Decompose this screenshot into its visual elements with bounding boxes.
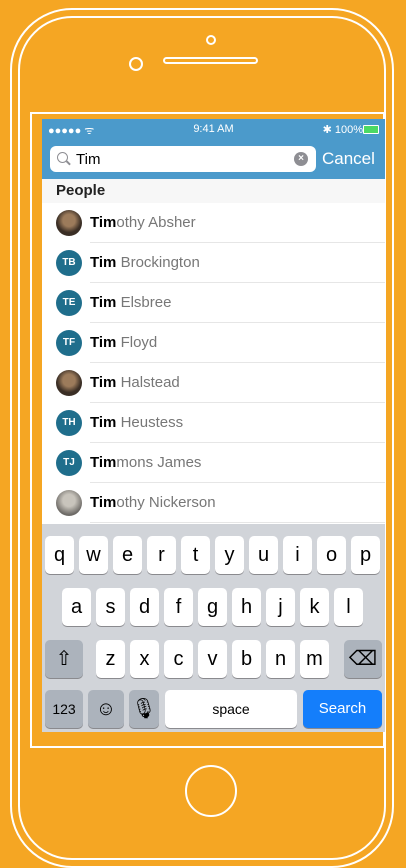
- person-name: Tim Halstead: [90, 374, 180, 391]
- home-button[interactable]: [185, 765, 237, 817]
- list-item[interactable]: TH Tim Heustess: [42, 403, 385, 443]
- status-bar: ●●●●● ᯤ 9:41 AM ✱ 100%: [42, 119, 385, 139]
- numbers-key[interactable]: 123: [45, 690, 83, 728]
- key-a[interactable]: a: [62, 588, 91, 626]
- battery-icon: [363, 125, 379, 134]
- key-y[interactable]: y: [215, 536, 244, 574]
- key-c[interactable]: c: [164, 640, 193, 678]
- person-name: Tim Floyd: [90, 334, 158, 351]
- key-e[interactable]: e: [113, 536, 142, 574]
- avatar: TE: [56, 290, 82, 316]
- person-name: Timothy Nickerson: [90, 494, 216, 511]
- avatar: TH: [56, 410, 82, 436]
- backspace-key[interactable]: ⌫: [344, 640, 382, 678]
- list-item[interactable]: Timothy Absher: [42, 203, 385, 243]
- key-s[interactable]: s: [96, 588, 125, 626]
- avatar: TJ: [56, 450, 82, 476]
- microphone-key[interactable]: 🎙: [129, 690, 159, 728]
- emoji-key[interactable]: ☺: [88, 690, 124, 728]
- avatar: [56, 210, 82, 236]
- avatar: [56, 370, 82, 396]
- shift-key[interactable]: ⇧: [45, 640, 83, 678]
- list-item[interactable]: Timothy Nickerson: [42, 483, 385, 523]
- search-header: ●●●●● ᯤ 9:41 AM ✱ 100% × Cancel: [42, 119, 385, 179]
- key-n[interactable]: n: [266, 640, 295, 678]
- key-b[interactable]: b: [232, 640, 261, 678]
- section-title: People: [56, 182, 106, 199]
- keyboard: q w e r t y u i o p a s d f g h j k l ⇧ …: [42, 524, 385, 732]
- key-o[interactable]: o: [317, 536, 346, 574]
- list-item[interactable]: TJ Timmons James: [42, 443, 385, 483]
- key-j[interactable]: j: [266, 588, 295, 626]
- key-w[interactable]: w: [79, 536, 108, 574]
- phone-screen: ●●●●● ᯤ 9:41 AM ✱ 100% × Cancel People T…: [42, 119, 385, 732]
- search-key[interactable]: Search: [303, 690, 382, 728]
- speaker-grille: [163, 57, 258, 64]
- key-t[interactable]: t: [181, 536, 210, 574]
- key-h[interactable]: h: [232, 588, 261, 626]
- key-z[interactable]: z: [96, 640, 125, 678]
- key-g[interactable]: g: [198, 588, 227, 626]
- key-d[interactable]: d: [130, 588, 159, 626]
- key-l[interactable]: l: [334, 588, 363, 626]
- person-name: Timmons James: [90, 454, 202, 471]
- key-u[interactable]: u: [249, 536, 278, 574]
- sensor-icon: [206, 35, 216, 45]
- space-key[interactable]: space: [165, 690, 297, 728]
- key-i[interactable]: i: [283, 536, 312, 574]
- person-name: Timothy Absher: [90, 214, 196, 231]
- person-name: Tim Brockington: [90, 254, 200, 271]
- key-p[interactable]: p: [351, 536, 380, 574]
- person-name: Tim Heustess: [90, 414, 184, 431]
- key-k[interactable]: k: [300, 588, 329, 626]
- search-icon: [57, 152, 68, 163]
- avatar: TF: [56, 330, 82, 356]
- search-input[interactable]: [76, 150, 276, 168]
- key-q[interactable]: q: [45, 536, 74, 574]
- avatar: [56, 490, 82, 516]
- battery-text: ✱ 100%: [322, 124, 363, 136]
- list-item[interactable]: TF Tim Floyd: [42, 323, 385, 363]
- divider: [90, 522, 385, 523]
- avatar: TB: [56, 250, 82, 276]
- key-r[interactable]: r: [147, 536, 176, 574]
- section-header: People: [42, 179, 385, 203]
- key-x[interactable]: x: [130, 640, 159, 678]
- list-item[interactable]: TB Tim Brockington: [42, 243, 385, 283]
- clear-icon[interactable]: ×: [294, 152, 308, 166]
- key-f[interactable]: f: [164, 588, 193, 626]
- list-item[interactable]: Tim Halstead: [42, 363, 385, 403]
- front-camera-icon: [129, 57, 143, 71]
- list-item[interactable]: TE Tim Elsbree: [42, 283, 385, 323]
- person-name: Tim Elsbree: [90, 294, 172, 311]
- key-m[interactable]: m: [300, 640, 329, 678]
- cancel-button[interactable]: Cancel: [322, 149, 375, 169]
- search-field[interactable]: ×: [50, 146, 316, 172]
- key-v[interactable]: v: [198, 640, 227, 678]
